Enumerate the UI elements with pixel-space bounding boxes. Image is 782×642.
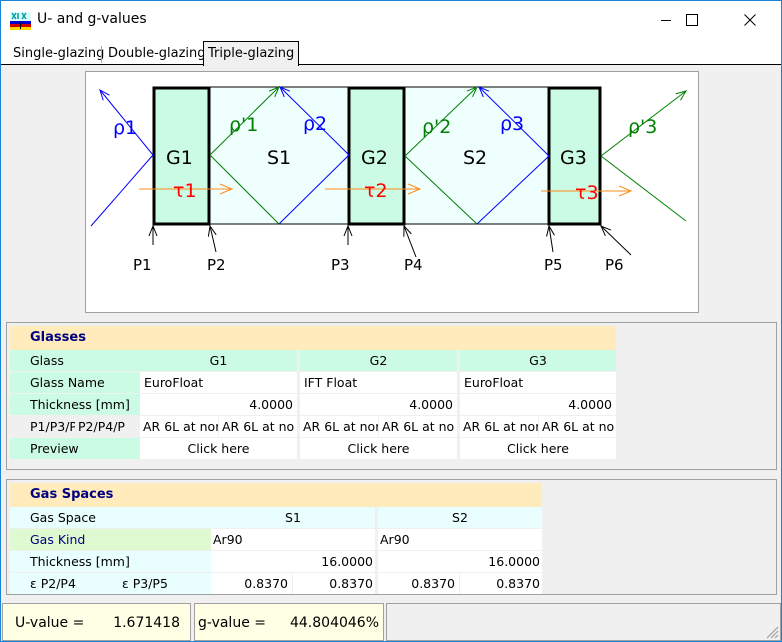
resize-grip-icon[interactable]	[765, 625, 779, 639]
gas-space-column-header: S2	[378, 507, 542, 528]
reflection-label-1: ρ1	[113, 117, 137, 139]
space-label-s1: S1	[267, 147, 291, 169]
space-label-s2: S2	[463, 147, 487, 169]
eps-right-cell[interactable]: 0.8370	[460, 573, 542, 594]
gas-spaces-header: Gas Spaces	[10, 483, 542, 507]
glass-label-g2: G2	[361, 147, 388, 169]
glass-thickness-cell[interactable]: 4.0000	[140, 394, 297, 415]
row-label-thickness: Thickness [mm]	[10, 394, 140, 415]
maximize-icon	[686, 14, 698, 26]
glass-name-cell[interactable]: IFT Float	[300, 372, 457, 393]
maximize-button[interactable]	[669, 1, 715, 39]
gas-thickness-cell[interactable]: 16.0000	[211, 551, 375, 572]
glazing-app-icon	[10, 12, 31, 30]
position-pointer-5	[546, 224, 555, 253]
glazing-diagram: G1 G2 G3 S1 S2 ρ1 ρ2 ρ3 ρ'1 ρ'2 ρ'3 τ1 τ…	[85, 71, 699, 313]
glass-name-cell[interactable]: EuroFloat	[140, 372, 297, 393]
row-label-gas-space: Gas Space	[10, 507, 211, 528]
position-pointer-4	[403, 224, 417, 258]
position-pointer-6	[600, 225, 632, 256]
position-label-p1: P1	[133, 256, 152, 274]
gas-kind-cell[interactable]: Ar90	[211, 529, 375, 550]
close-button[interactable]	[727, 1, 773, 39]
row-label-preview: Preview	[10, 438, 140, 459]
coating-back-cell[interactable]: AR 6L at no	[379, 416, 457, 437]
row-label-gas-kind: Gas Kind	[10, 529, 211, 550]
glass-column-header: G2	[300, 350, 457, 371]
glass-label-g1: G1	[166, 147, 193, 169]
window: U- and g-values Single-glazing Double-gl…	[0, 0, 782, 642]
row-label-coating-front: P1/P3/P	[10, 416, 75, 437]
u-value: 1.671418	[113, 615, 180, 631]
preview-link[interactable]: Click here	[140, 438, 297, 459]
glasses-header: Glasses	[10, 326, 616, 350]
preview-link[interactable]: Click here	[460, 438, 616, 459]
coating-front-cell[interactable]: AR 6L at nor	[300, 416, 378, 437]
back-reflection-label-3: ρ'3	[628, 116, 657, 138]
gas-kind-cell[interactable]: Ar90	[378, 529, 542, 550]
glass-thickness-cell[interactable]: 4.0000	[300, 394, 457, 415]
coating-back-cell[interactable]: AR 6L at no	[219, 416, 297, 437]
reflection-label-3: ρ3	[500, 113, 524, 135]
close-icon	[744, 14, 756, 26]
position-pointer-2	[207, 224, 217, 253]
glass-column-header: G1	[140, 350, 297, 371]
status-empty-panel	[386, 603, 781, 641]
tab-double-glazing[interactable]: Double-glazing	[104, 43, 210, 65]
coating-back-cell[interactable]: AR 6L at no	[539, 416, 616, 437]
back-reflection-label-1: ρ'1	[229, 114, 258, 136]
row-label-glass: Glass	[10, 350, 140, 371]
glasses-panel: Glasses Glass G1 G2 G3 Glass Name EuroFl…	[6, 322, 777, 470]
eps-right-cell[interactable]: 0.8370	[293, 573, 375, 594]
row-label-glass-name: Glass Name	[10, 372, 140, 393]
tab-single-glazing[interactable]: Single-glazing	[9, 43, 108, 65]
preview-link[interactable]: Click here	[300, 438, 457, 459]
coating-front-cell[interactable]: AR 6L at nor	[460, 416, 538, 437]
transmission-label-2: τ2	[364, 180, 388, 202]
u-value-label: U-value =	[15, 615, 85, 631]
incident-ray	[90, 154, 154, 227]
eps-left-cell[interactable]: 0.8370	[378, 573, 459, 594]
title-bar: U- and g-values	[1, 1, 781, 39]
position-label-p3: P3	[331, 256, 350, 274]
back-reflection-label-2: ρ'2	[422, 116, 451, 138]
glass-name-cell[interactable]: EuroFloat	[460, 372, 616, 393]
eps-left-cell[interactable]: 0.8370	[211, 573, 292, 594]
gas-space-column-header: S1	[211, 507, 375, 528]
transmission-label-1: τ1	[173, 180, 197, 202]
row-label-coating-back: P2/P4/P	[75, 416, 140, 437]
g-value-label: g-value =	[198, 615, 266, 631]
gas-spaces-panel: Gas Spaces Gas Space S1 S2 Gas Kind Ar90…	[6, 479, 777, 595]
transmission-label-3: τ3	[575, 182, 599, 204]
ray-exit-lower	[600, 155, 687, 222]
row-label-eps-left: ε P2/P4	[10, 573, 108, 594]
tab-bar: Single-glazing Double-glazing Triple-gla…	[1, 39, 781, 66]
coating-front-cell[interactable]: AR 6L at nor	[140, 416, 218, 437]
position-label-p2: P2	[207, 256, 226, 274]
position-label-p4: P4	[404, 256, 423, 274]
tab-separator	[101, 46, 102, 63]
window-title: U- and g-values	[37, 11, 147, 27]
gas-thickness-cell[interactable]: 16.0000	[378, 551, 542, 572]
position-label-p5: P5	[544, 256, 563, 274]
glass-label-g3: G3	[560, 147, 587, 169]
position-label-p6: P6	[605, 256, 624, 274]
status-bar: U-value = 1.671418 g-value = 44.804046%	[1, 601, 781, 642]
glass-thickness-cell[interactable]: 4.0000	[460, 394, 616, 415]
reflection-label-2: ρ2	[303, 113, 327, 135]
g-value-panel: g-value = 44.804046%	[194, 603, 384, 641]
tab-triple-glazing[interactable]: Triple-glazing	[203, 41, 300, 66]
row-label-eps-right: ε P3/P5	[108, 573, 211, 594]
glass-column-header: G3	[460, 350, 616, 371]
g-value: 44.804046%	[289, 615, 379, 631]
row-label-gas-thickness: Thickness [mm]	[10, 551, 211, 572]
u-value-panel: U-value = 1.671418	[2, 603, 191, 641]
